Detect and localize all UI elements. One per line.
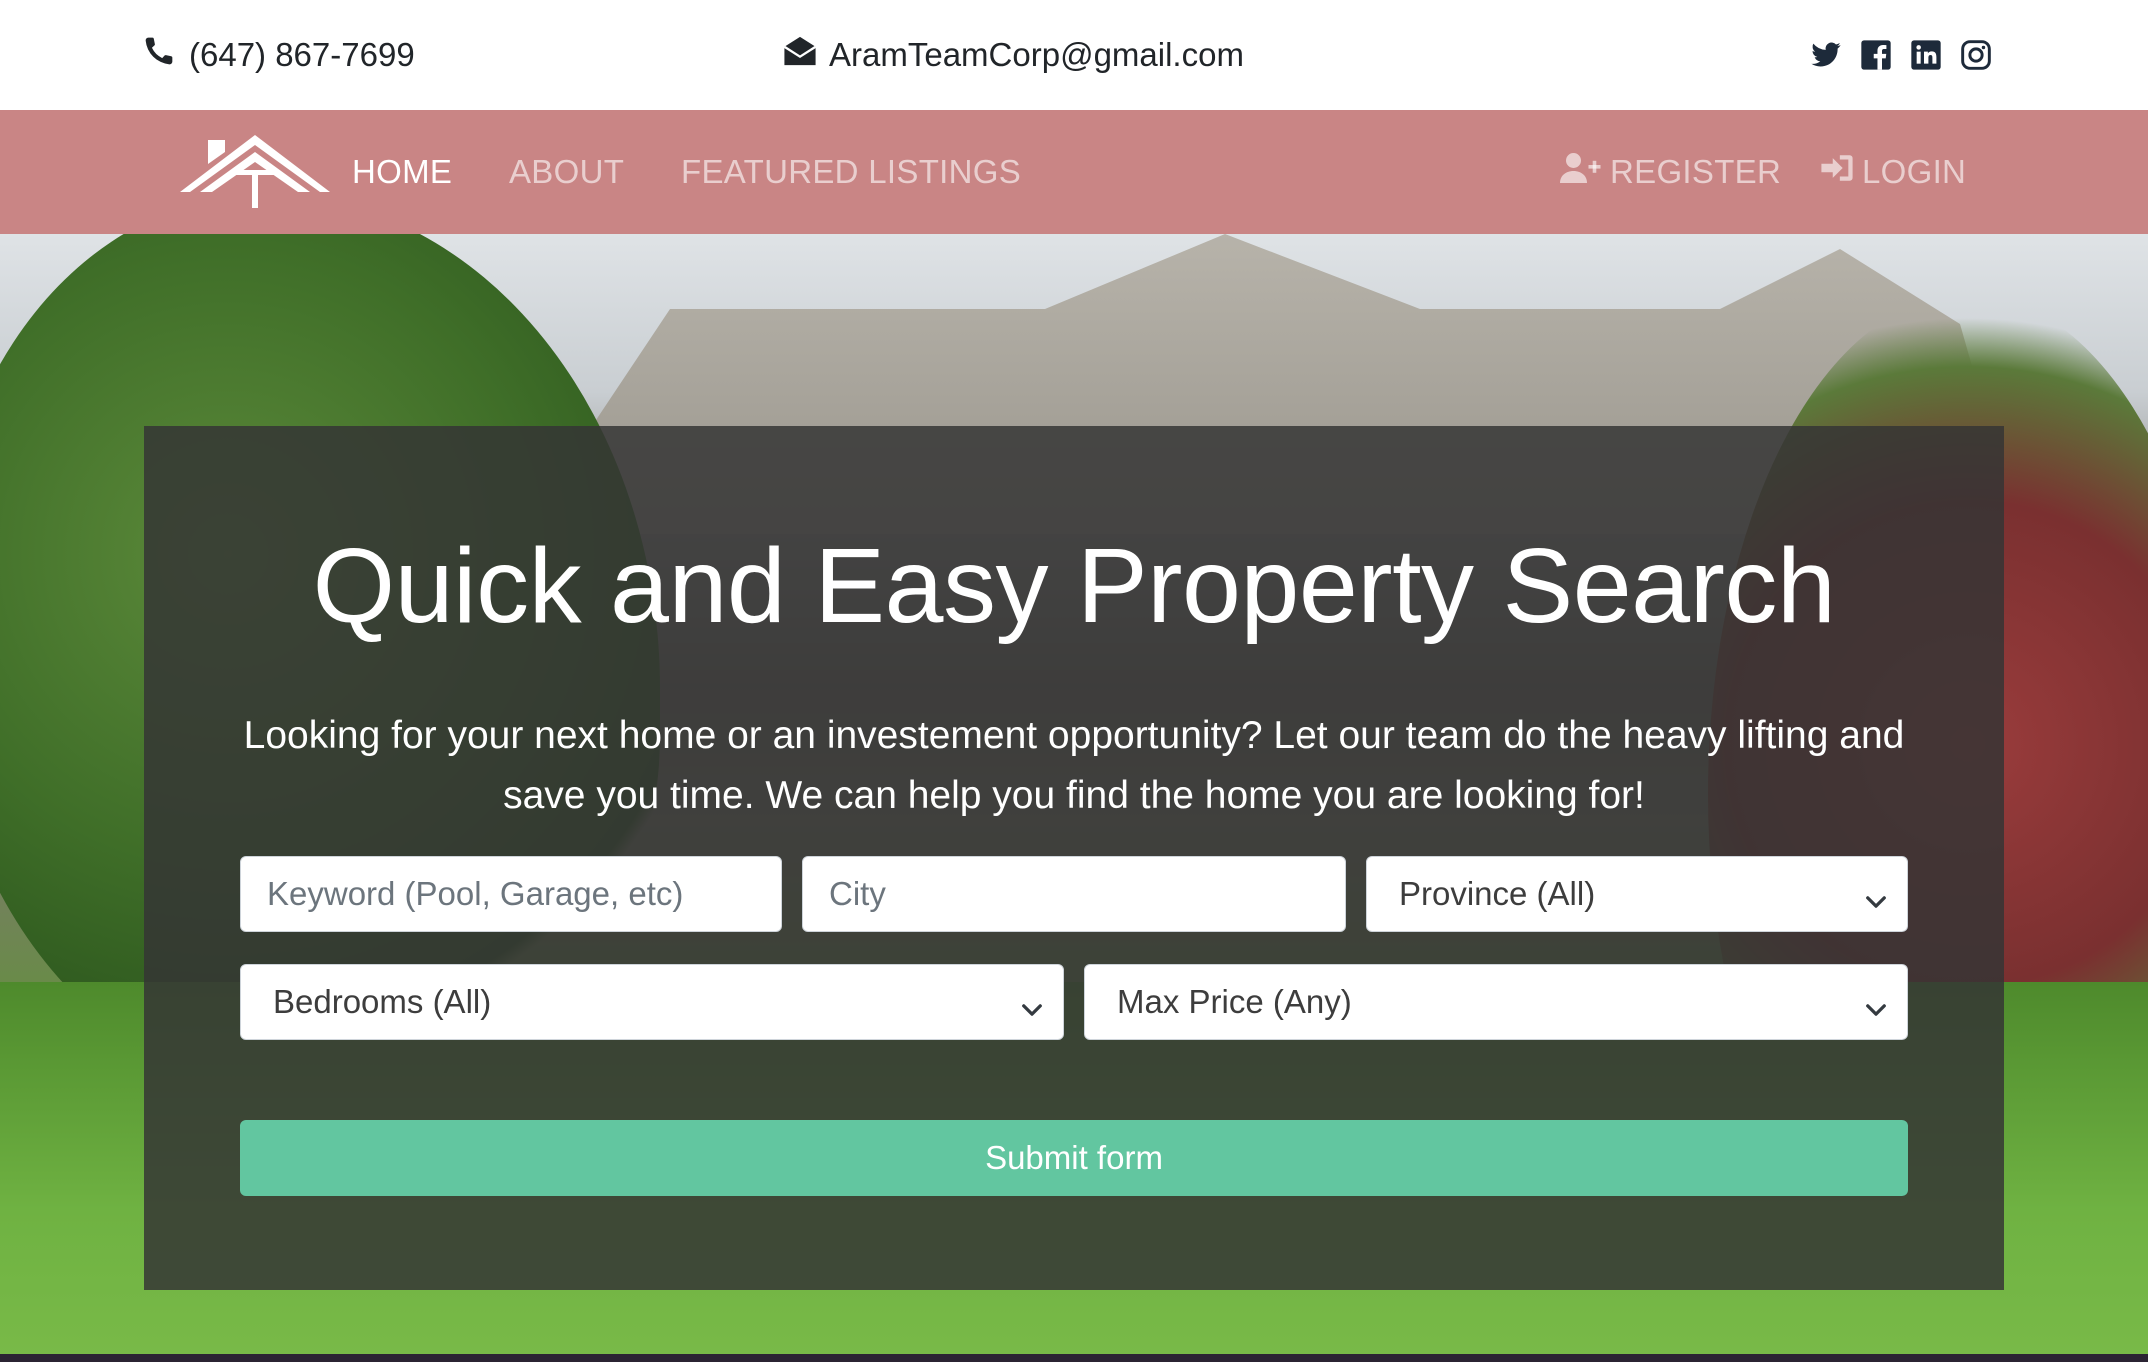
roof-logo-icon[interactable] [180, 130, 330, 210]
phone-number: (647) 867-7699 [189, 36, 415, 73]
max-price-selected: Max Price (Any) [1117, 983, 1352, 1020]
nav-login[interactable]: LOGIN [1820, 110, 1966, 234]
city-placeholder: City [829, 875, 886, 912]
instagram-icon[interactable] [1960, 39, 1992, 71]
facebook-icon[interactable] [1860, 39, 1892, 71]
province-selected: Province (All) [1399, 875, 1596, 912]
main-navbar: HOME ABOUT FEATURED LISTINGS REGISTER LO… [0, 110, 2148, 234]
contact-phone[interactable]: (647) 867-7699 [143, 0, 415, 110]
chevron-down-icon [1021, 991, 1043, 1016]
hero-bottom-strip [0, 1354, 2148, 1362]
email-address: AramTeamCorp@gmail.com [829, 36, 1244, 73]
search-panel: Quick and Easy Property Search Looking f… [144, 426, 2004, 1290]
register-label: REGISTER [1610, 153, 1782, 190]
social-links [1810, 0, 1992, 110]
bedrooms-select[interactable]: Bedrooms (All) [240, 964, 1064, 1040]
max-price-select[interactable]: Max Price (Any) [1084, 964, 1908, 1040]
phone-icon [143, 35, 175, 75]
submit-button[interactable]: Submit form [240, 1120, 1908, 1196]
province-select[interactable]: Province (All) [1366, 856, 1908, 932]
bedrooms-selected: Bedrooms (All) [273, 983, 492, 1020]
envelope-open-icon [783, 35, 817, 75]
chevron-down-icon [1865, 883, 1887, 908]
contact-email[interactable]: AramTeamCorp@gmail.com [783, 0, 1244, 110]
hero-subtitle: Looking for your next home or an investe… [243, 714, 1905, 817]
nav-featured-listings[interactable]: FEATURED LISTINGS [681, 110, 1021, 234]
user-plus-icon [1560, 151, 1610, 193]
contact-bar: (647) 867-7699 AramTeamCorp@gmail.com [0, 0, 2148, 110]
nav-register[interactable]: REGISTER [1560, 110, 1781, 234]
keyword-placeholder: Keyword (Pool, Garage, etc) [267, 875, 684, 912]
linkedin-icon[interactable] [1910, 39, 1942, 71]
nav-home[interactable]: HOME [352, 110, 452, 234]
login-label: LOGIN [1862, 153, 1967, 190]
hero-title: Quick and Easy Property Search [312, 527, 1836, 645]
city-input[interactable]: City [802, 856, 1346, 932]
nav-about[interactable]: ABOUT [509, 110, 624, 234]
keyword-input[interactable]: Keyword (Pool, Garage, etc) [240, 856, 782, 932]
sign-in-icon [1820, 152, 1862, 192]
chevron-down-icon [1865, 991, 1887, 1016]
twitter-icon[interactable] [1810, 39, 1842, 71]
